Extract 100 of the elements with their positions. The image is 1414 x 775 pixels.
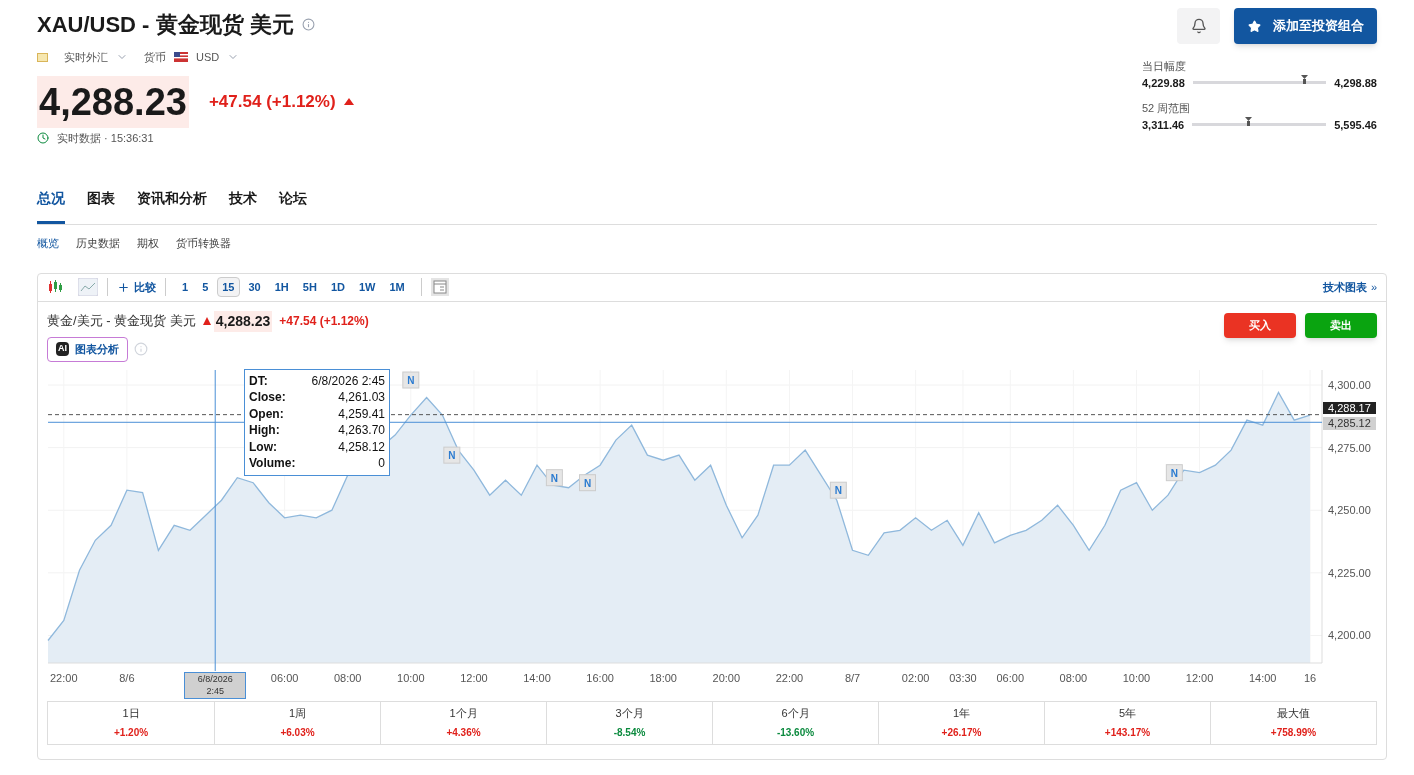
x-axis-label: 10:00 [1122,671,1151,684]
add-portfolio-button[interactable]: 添加至投资组合 [1234,8,1377,44]
y-axis-label: 4,275.00 [1328,441,1371,454]
subtab[interactable]: 历史数据 [76,235,120,252]
range-high: 4,298.88 [1334,75,1377,91]
subtab[interactable]: 期权 [137,235,159,252]
technical-chart-link[interactable]: 技术图表 » [1322,278,1377,296]
interval-button[interactable]: 1W [353,277,381,297]
tooltip-label: High: [249,422,280,439]
y-axis-label: 4,250.00 [1328,503,1371,516]
period-change: -13.60% [776,725,815,740]
x-axis-label: 03:30 [949,671,977,684]
news-marker[interactable]: N [545,468,563,486]
x-axis-label: 10:00 [397,671,425,684]
period-label: 1周 [288,706,307,722]
performance-cell[interactable]: 3个月 -8.54% [546,701,712,744]
performance-cell[interactable]: 1个月 +4.36% [380,701,546,744]
tooltip-label: DT: [249,372,268,389]
area-chart-icon[interactable] [78,278,98,296]
tab[interactable]: 资讯和分析 [137,188,207,224]
news-marker[interactable]: N [829,481,847,499]
news-marker[interactable]: N [1165,463,1183,481]
info-icon[interactable] [301,18,315,31]
y-axis-label: 4,300.00 [1328,378,1371,391]
performance-cell[interactable]: 1年 +26.17% [878,701,1044,744]
tooltip-label: Low: [249,438,277,455]
x-axis-label: 16 [1303,671,1317,684]
performance-cell[interactable]: 最大值 +758.99% [1210,701,1376,744]
tab[interactable]: 论坛 [279,188,307,224]
subtab[interactable]: 概览 [37,235,59,252]
period-change: +4.36% [446,725,481,740]
period-change: +143.17% [1104,725,1151,740]
tooltip-label: Close: [249,389,286,406]
period-label: 1年 [952,706,971,722]
alert-button[interactable] [1177,8,1220,44]
x-axis-label: 8/7 [844,671,861,684]
interval-button[interactable]: 5H [297,277,322,297]
chart-price: 4,288.23 [213,310,273,332]
period-label: 5年 [1118,706,1137,722]
chart-analysis-button[interactable]: AI 图表分析 [47,336,128,362]
x-axis-label: 8/6 [119,671,135,684]
period-change: -8.54% [613,725,646,740]
tooltip-label: Volume: [249,455,296,472]
x-axis-label: 20:00 [712,671,741,684]
tab[interactable]: 总况 [37,188,65,224]
period-label: 最大值 [1277,706,1310,722]
currency-label: 货币 [144,50,166,65]
info-icon[interactable] [134,342,148,356]
range-high: 5,595.46 [1334,117,1377,133]
period-label: 6个月 [781,706,810,722]
compare-button[interactable]: 比较 [117,278,156,296]
y-axis-label: 4,225.00 [1328,566,1371,579]
tab[interactable]: 图表 [87,188,115,224]
up-arrow-icon [343,98,354,105]
tooltip-value: 4,258.12 [338,438,385,455]
price: 4,288.23 [37,75,189,128]
tooltip-value: 4,263.70 [338,422,385,439]
star-icon [1247,19,1261,33]
performance-cell[interactable]: 6个月 -13.60% [712,701,878,744]
tab[interactable]: 技术 [229,188,257,224]
currency-value: USD [196,50,220,65]
period-change: +758.99% [1270,725,1317,740]
plus-icon [117,280,130,294]
period-label: 3个月 [615,706,644,722]
interval-button[interactable]: 1H [269,277,294,297]
flag-icon [37,52,48,62]
tooltip-value: 6/8/2026 2:45 [311,372,385,389]
performance-cell[interactable]: 5年 +143.17% [1044,701,1210,744]
candlestick-icon[interactable] [47,279,63,295]
last-price-tag: 4,288.17 [1323,402,1376,415]
tooltip-value: 0 [378,455,385,472]
layout-icon[interactable] [430,278,449,296]
x-axis-label: 22:00 [775,671,804,684]
crosshair-date-tag: 6/8/2026 2:45 [184,671,247,699]
interval-button[interactable]: 5 [197,277,214,297]
bell-icon [1190,18,1207,34]
x-axis-label: 22:00 [50,671,78,684]
x-axis-label: 12:00 [1185,671,1214,684]
buy-button[interactable]: 买入 [1224,312,1296,338]
range-label: 当日幅度 [1142,59,1187,74]
x-axis-label: 16:00 [586,671,614,684]
interval-button[interactable]: 1 [177,277,194,297]
interval-button[interactable]: 1M [384,277,410,297]
period-label: 1个月 [449,706,478,722]
performance-cell[interactable]: 1日 +1.20% [48,701,214,744]
instrument-title: 黄金/美元 - 黄金现货 美元 [47,312,196,331]
y-axis-label: 4,200.00 [1328,628,1371,641]
x-axis-label: 12:00 [460,671,488,684]
period-change: +26.17% [941,725,982,740]
news-marker[interactable]: N [579,473,596,491]
range-label: 52 周范围 [1142,101,1192,116]
interval-button[interactable]: 15 [217,277,240,297]
period-label: 1日 [122,706,140,722]
interval-button[interactable]: 1D [325,277,350,297]
x-axis-label: 02:00 [901,671,930,684]
interval-button[interactable]: 30 [243,277,266,297]
performance-cell[interactable]: 1周 +6.03% [214,701,380,744]
x-axis-label: 08:00 [333,671,362,684]
subtab[interactable]: 货币转换器 [176,235,231,252]
tooltip-value: 4,259.41 [338,405,385,422]
